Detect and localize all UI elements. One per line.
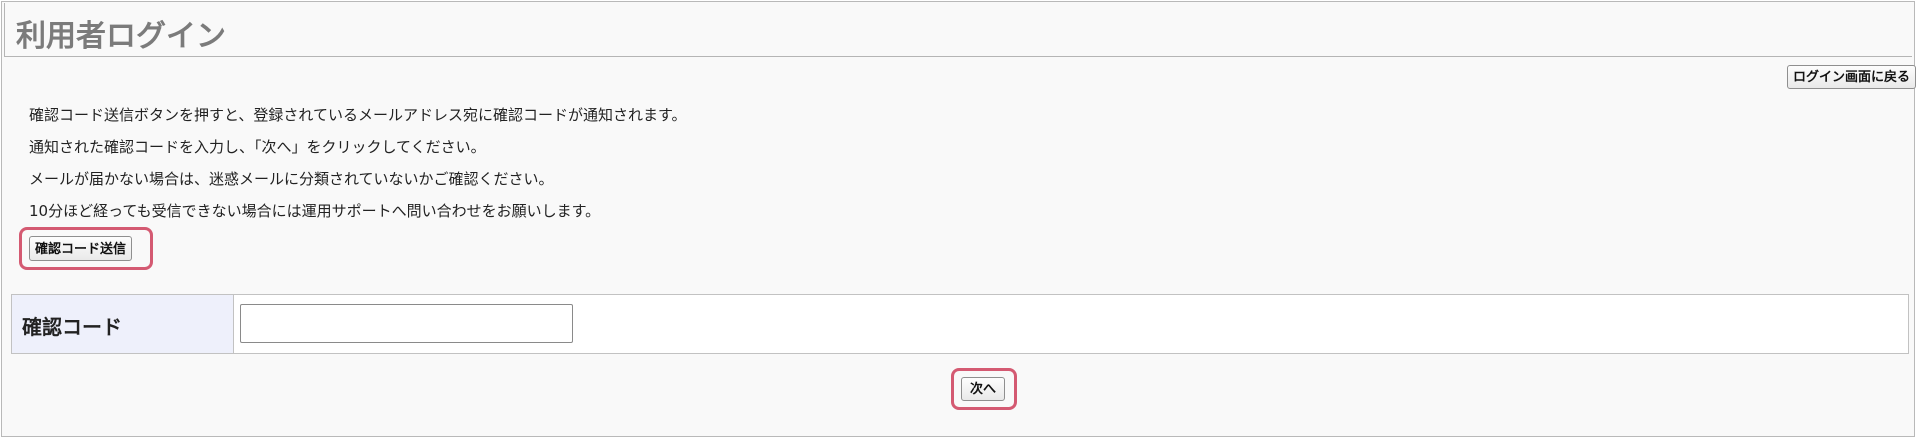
code-label-cell: 確認コード (12, 295, 234, 353)
code-field-label: 確認コード (22, 315, 122, 339)
back-to-login-button[interactable]: ログイン画面に戻る (1786, 65, 1916, 89)
instruction-line-3: メールが届かない場合は、迷惑メールに分類されていないかご確認ください。 (29, 170, 554, 188)
page-title: 利用者ログイン (16, 19, 226, 54)
instruction-line-2: 通知された確認コードを入力し、「次へ」をクリックしてください。 (29, 138, 486, 156)
send-code-button[interactable]: 確認コード送信 (29, 236, 133, 261)
instruction-line-1: 確認コード送信ボタンを押すと、登録されているメールアドレス宛に確認コードが通知さ… (29, 106, 687, 124)
next-button[interactable]: 次へ (961, 377, 1006, 401)
title-bar: 利用者ログイン (4, 3, 1912, 57)
instruction-line-4: 10分ほど経っても受信できない場合には運用サポートへ問い合わせをお願いします。 (29, 202, 601, 220)
code-input[interactable] (240, 304, 573, 343)
code-form-table: 確認コード (11, 294, 1909, 354)
